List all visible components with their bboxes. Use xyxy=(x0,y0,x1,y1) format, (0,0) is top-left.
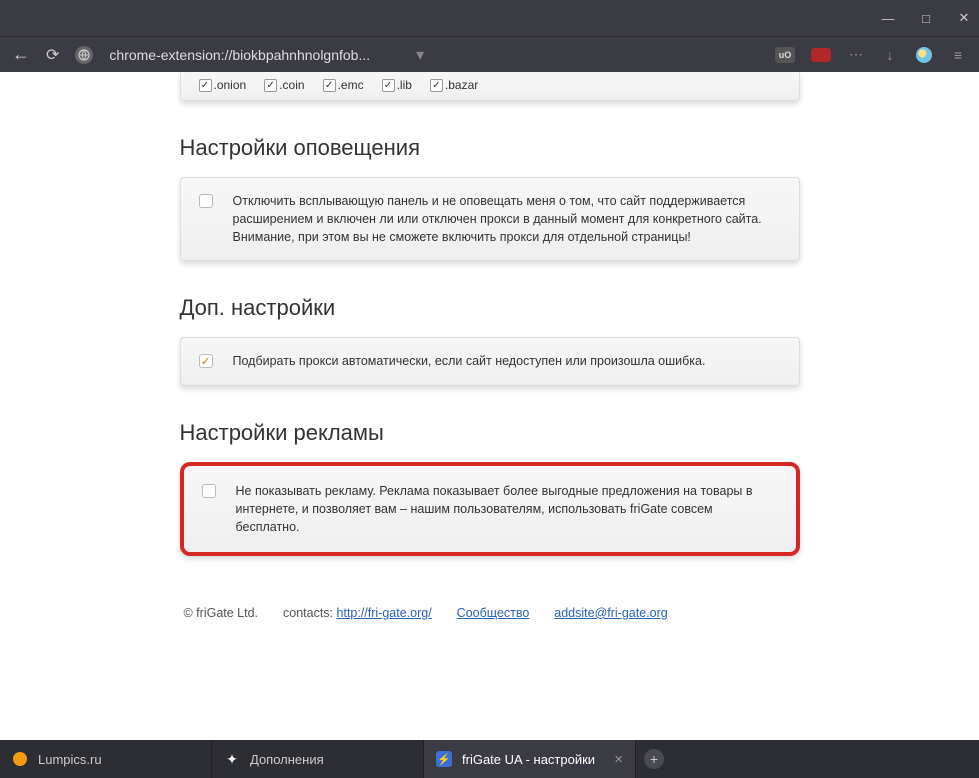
page-footer: © friGate Ltd. contacts: http://fri-gate… xyxy=(180,606,800,620)
section-title-additional: Доп. настройки xyxy=(180,295,800,321)
favicon-puzzle-icon: ✦ xyxy=(224,751,240,767)
reload-button[interactable]: ⟳ xyxy=(46,45,59,65)
tab-title: Lumpics.ru xyxy=(38,752,199,767)
tab-extensions[interactable]: ✦ Дополнения xyxy=(212,740,424,778)
address-bar[interactable]: chrome-extension://biokbpahnhnolgnfob... xyxy=(109,47,370,63)
close-window-button[interactable]: ✕ xyxy=(957,11,971,25)
favicon-lumpics xyxy=(12,751,28,767)
lastfm-icon[interactable] xyxy=(811,48,831,62)
notifications-disable-checkbox[interactable] xyxy=(199,194,213,208)
maximize-button[interactable]: □ xyxy=(919,11,933,25)
auto-proxy-text: Подбирать прокси автоматически, если сай… xyxy=(233,352,706,370)
ads-card-highlighted: Не показывать рекламу. Реклама показывае… xyxy=(180,462,800,556)
extensions-overflow-icon[interactable]: ⋯ xyxy=(847,46,865,64)
tab-close-icon[interactable]: × xyxy=(614,751,623,768)
tab-title: Дополнения xyxy=(250,752,411,767)
additional-card: Подбирать прокси автоматически, если сай… xyxy=(180,337,800,385)
tab-lumpics[interactable]: Lumpics.ru xyxy=(0,740,212,778)
section-title-notifications: Настройки оповещения xyxy=(180,135,800,161)
bookmark-icon[interactable]: ▾ xyxy=(416,45,424,65)
favicon-frigate-icon: ⚡ xyxy=(436,751,452,767)
tld-row: .onion .coin .emc .lib .bazar xyxy=(199,78,781,92)
tld-card: .onion .coin .emc .lib .bazar xyxy=(180,72,800,101)
notifications-card: Отключить всплывающую панель и не оповещ… xyxy=(180,177,800,261)
disable-ads-text: Не показывать рекламу. Реклама показывае… xyxy=(236,482,778,536)
footer-link-community[interactable]: Сообщество xyxy=(457,606,530,620)
weather-icon[interactable] xyxy=(915,46,933,64)
tld-checkbox-onion[interactable]: .onion xyxy=(199,78,247,92)
downloads-icon[interactable]: ↓ xyxy=(881,46,899,64)
tab-strip: Lumpics.ru ✦ Дополнения ⚡ friGate UA - н… xyxy=(0,740,979,778)
tld-checkbox-emc[interactable]: .emc xyxy=(323,78,364,92)
site-identity-icon[interactable] xyxy=(75,46,93,64)
tld-checkbox-bazar[interactable]: .bazar xyxy=(430,78,478,92)
disable-ads-checkbox[interactable] xyxy=(202,484,216,498)
footer-link-homepage[interactable]: http://fri-gate.org/ xyxy=(337,606,432,620)
new-tab-button[interactable]: + xyxy=(636,740,672,778)
footer-link-email[interactable]: addsite@fri-gate.org xyxy=(554,606,667,620)
section-title-ads: Настройки рекламы xyxy=(180,420,800,446)
back-button[interactable]: ← xyxy=(12,44,30,65)
browser-toolbar: ← ⟳ chrome-extension://biokbpahnhnolgnfo… xyxy=(0,36,979,72)
notifications-option-text: Отключить всплывающую панель и не оповещ… xyxy=(233,192,781,246)
auto-proxy-checkbox[interactable] xyxy=(199,354,213,368)
tld-checkbox-coin[interactable]: .coin xyxy=(264,78,304,92)
tld-checkbox-lib[interactable]: .lib xyxy=(382,78,412,92)
footer-copyright: © friGate Ltd. xyxy=(184,606,259,620)
window-titlebar: — □ ✕ xyxy=(0,0,979,36)
minimize-button[interactable]: — xyxy=(881,11,895,25)
tab-frigate-settings[interactable]: ⚡ friGate UA - настройки × xyxy=(424,740,636,778)
footer-contacts-label: contacts: xyxy=(283,606,333,620)
page-viewport: .onion .coin .emc .lib .bazar Настройки … xyxy=(0,72,979,740)
ublock-icon[interactable]: uO xyxy=(775,47,795,63)
tab-title: friGate UA - настройки xyxy=(462,752,604,767)
menu-icon[interactable]: ≡ xyxy=(949,46,967,64)
